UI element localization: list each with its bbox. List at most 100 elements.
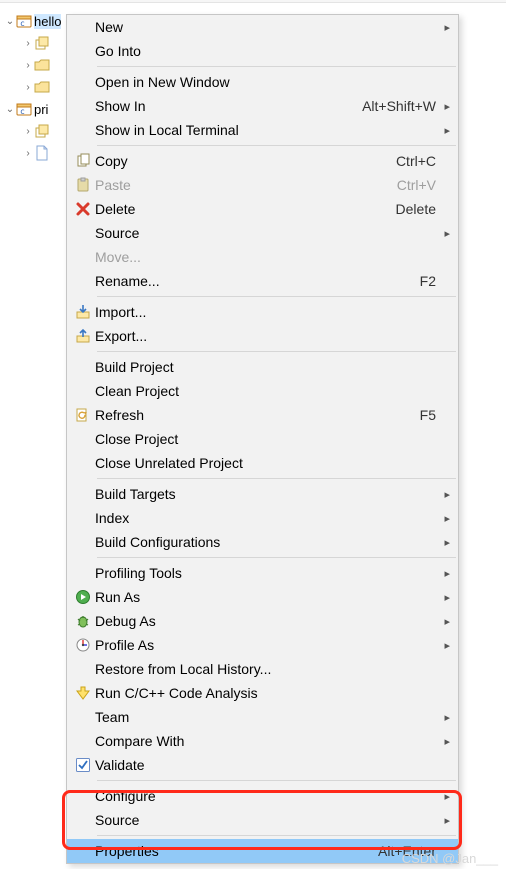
profile-icon: [71, 637, 95, 653]
menu-item-refresh[interactable]: RefreshF5: [67, 403, 458, 427]
context-menu: New▸Go IntoOpen in New WindowShow InAlt+…: [66, 14, 459, 864]
menu-item-paste: PasteCtrl+V: [67, 173, 458, 197]
menu-item-open-in-new-window[interactable]: Open in New Window: [67, 70, 458, 94]
menu-item-accelerator: F5: [420, 407, 436, 423]
tree-item-label: pri: [34, 102, 48, 117]
menu-separator: [97, 557, 456, 558]
tree-item-label: hello: [34, 14, 61, 29]
menu-item-label: Profiling Tools: [95, 565, 436, 581]
export-icon: [71, 328, 95, 344]
menu-item-run-c-c-code-analysis[interactable]: Run C/C++ Code Analysis: [67, 681, 458, 705]
refresh-icon: [71, 407, 95, 423]
copy-icon: [71, 153, 95, 169]
menu-item-delete[interactable]: DeleteDelete: [67, 197, 458, 221]
menu-item-restore-from-local-history[interactable]: Restore from Local History...: [67, 657, 458, 681]
expand-arrow-closed-icon[interactable]: ›: [22, 60, 34, 71]
submenu-arrow-icon: ▸: [436, 536, 450, 549]
menu-item-label: Build Targets: [95, 486, 436, 502]
submenu-arrow-icon: ▸: [436, 814, 450, 827]
menu-item-configure[interactable]: Configure▸: [67, 784, 458, 808]
menu-item-show-in[interactable]: Show InAlt+Shift+W▸: [67, 94, 458, 118]
debug-icon: [71, 613, 95, 629]
menu-item-label: Delete: [95, 201, 396, 217]
menu-item-rename[interactable]: Rename...F2: [67, 269, 458, 293]
submenu-arrow-icon: ▸: [436, 591, 450, 604]
submenu-arrow-icon: ▸: [436, 100, 450, 113]
menu-item-run-as[interactable]: Run As▸: [67, 585, 458, 609]
c-project-icon: c: [16, 101, 32, 117]
c-project-icon: c: [16, 13, 32, 29]
menu-item-label: Close Project: [95, 431, 436, 447]
menu-item-accelerator: F2: [420, 273, 436, 289]
menu-item-profiling-tools[interactable]: Profiling Tools▸: [67, 561, 458, 585]
menu-item-source[interactable]: Source▸: [67, 221, 458, 245]
expand-arrow-closed-icon[interactable]: ›: [22, 82, 34, 93]
menu-item-label: Paste: [95, 177, 397, 193]
menu-item-label: Source: [95, 225, 436, 241]
menu-item-compare-with[interactable]: Compare With▸: [67, 729, 458, 753]
menu-item-label: Clean Project: [95, 383, 436, 399]
menu-item-build-configurations[interactable]: Build Configurations▸: [67, 530, 458, 554]
menu-item-accelerator: Alt+Shift+W: [362, 98, 436, 114]
menu-item-label: Run As: [95, 589, 436, 605]
menu-item-label: Show In: [95, 98, 362, 114]
menu-separator: [97, 145, 456, 146]
menu-item-label: Build Project: [95, 359, 436, 375]
submenu-arrow-icon: ▸: [436, 615, 450, 628]
stack-icon: [34, 123, 50, 139]
folder-icon: [34, 79, 50, 95]
menu-separator: [97, 351, 456, 352]
menu-item-label: Source: [95, 812, 436, 828]
menu-item-debug-as[interactable]: Debug As▸: [67, 609, 458, 633]
menu-item-team[interactable]: Team▸: [67, 705, 458, 729]
menu-item-label: Properties: [95, 843, 378, 859]
menu-item-label: Restore from Local History...: [95, 661, 436, 677]
file-icon: [34, 145, 50, 161]
menu-item-validate[interactable]: Validate: [67, 753, 458, 777]
submenu-arrow-icon: ▸: [436, 735, 450, 748]
menu-item-export[interactable]: Export...: [67, 324, 458, 348]
menu-item-close-unrelated-project[interactable]: Close Unrelated Project: [67, 451, 458, 475]
menu-item-build-project[interactable]: Build Project: [67, 355, 458, 379]
menu-separator: [97, 780, 456, 781]
menu-item-label: Build Configurations: [95, 534, 436, 550]
menu-item-source[interactable]: Source▸: [67, 808, 458, 832]
menu-separator: [97, 66, 456, 67]
folder-icon: [34, 57, 50, 73]
stack-icon: [34, 35, 50, 51]
menu-item-clean-project[interactable]: Clean Project: [67, 379, 458, 403]
menu-item-profile-as[interactable]: Profile As▸: [67, 633, 458, 657]
svg-text:c: c: [20, 19, 25, 28]
menu-item-label: Export...: [95, 328, 436, 344]
menu-item-accelerator: Alt+Enter: [378, 843, 436, 859]
menu-item-index[interactable]: Index▸: [67, 506, 458, 530]
menu-item-copy[interactable]: CopyCtrl+C: [67, 149, 458, 173]
menu-item-accelerator: Delete: [396, 201, 436, 217]
menu-item-new[interactable]: New▸: [67, 15, 458, 39]
menu-item-label: Copy: [95, 153, 396, 169]
menu-item-label: Compare With: [95, 733, 436, 749]
menu-item-label: Show in Local Terminal: [95, 122, 436, 138]
menu-item-close-project[interactable]: Close Project: [67, 427, 458, 451]
submenu-arrow-icon: ▸: [436, 639, 450, 652]
menu-item-label: Index: [95, 510, 436, 526]
check-icon: [71, 757, 95, 773]
menu-item-label: Go Into: [95, 43, 436, 59]
expand-arrow-closed-icon[interactable]: ›: [22, 126, 34, 137]
menu-item-import[interactable]: Import...: [67, 300, 458, 324]
expand-arrow-open-icon[interactable]: ⌄: [4, 16, 16, 27]
menu-separator: [97, 478, 456, 479]
menu-item-show-in-local-terminal[interactable]: Show in Local Terminal▸: [67, 118, 458, 142]
expand-arrow-closed-icon[interactable]: ›: [22, 38, 34, 49]
menu-item-go-into[interactable]: Go Into: [67, 39, 458, 63]
expand-arrow-closed-icon[interactable]: ›: [22, 148, 34, 159]
menu-item-label: Rename...: [95, 273, 420, 289]
menu-item-label: Open in New Window: [95, 74, 436, 90]
submenu-arrow-icon: ▸: [436, 512, 450, 525]
menu-item-properties[interactable]: PropertiesAlt+Enter: [67, 839, 458, 863]
analysis-icon: [71, 685, 95, 701]
expand-arrow-open-icon[interactable]: ⌄: [4, 104, 16, 115]
menu-item-build-targets[interactable]: Build Targets▸: [67, 482, 458, 506]
menu-item-label: Profile As: [95, 637, 436, 653]
delete-icon: [71, 201, 95, 217]
